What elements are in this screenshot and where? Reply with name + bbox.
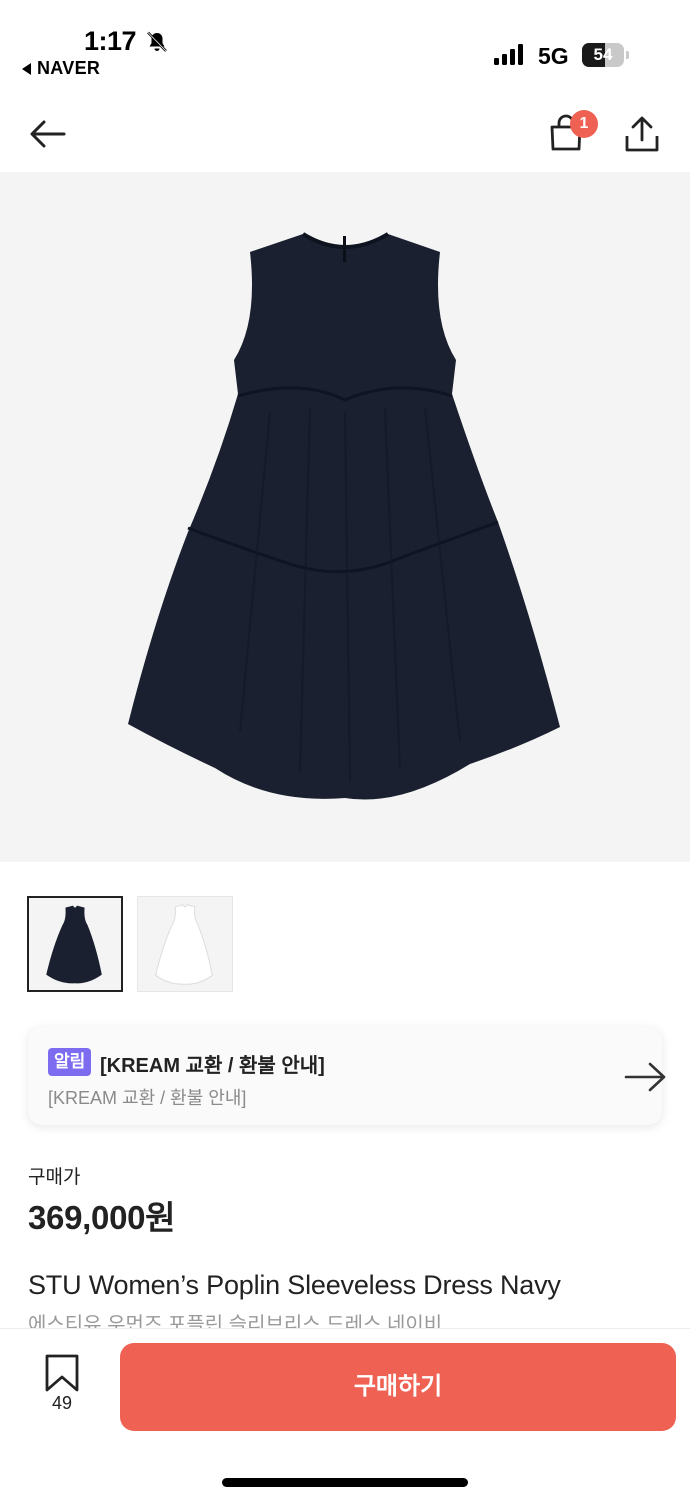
bookmark-button[interactable]: 49 (36, 1353, 88, 1423)
bookmark-count: 49 (51, 1393, 73, 1413)
thumbnail-white[interactable] (137, 896, 233, 992)
white-dress-thumbnail-image (155, 904, 213, 985)
product-main-image[interactable] (0, 172, 690, 862)
notice-title: [KREAM 교환 / 환불 안내] (100, 1055, 325, 1077)
battery-cap (626, 51, 629, 59)
price-label: 구매가 (28, 1167, 81, 1188)
home-indicator (222, 1478, 468, 1487)
navy-dress-image (128, 232, 560, 800)
status-time: 1:17 (84, 26, 137, 56)
buy-button[interactable]: 구매하기 (120, 1343, 676, 1431)
status-bar: 1:17 NAVER 5G 54 (0, 0, 690, 96)
arrow-right-icon (624, 1062, 666, 1092)
signal-icon (494, 44, 523, 65)
bookmark-icon (45, 1354, 79, 1392)
notice-card[interactable]: 알림 [KREAM 교환 / 환불 안내] [KREAM 교환 / 환불 안내] (28, 1027, 666, 1125)
navy-dress-thumbnail-image (46, 905, 102, 984)
bottom-action-bar: 49 구매하기 (0, 1328, 690, 1500)
notice-subtitle: [KREAM 교환 / 환불 안내] (48, 1088, 247, 1108)
cart-count-badge: 1 (570, 110, 598, 138)
notice-badge: 알림 (48, 1048, 92, 1076)
arrow-left-icon (30, 120, 66, 148)
battery-icon: 54 (582, 43, 630, 67)
share-button[interactable] (620, 112, 664, 156)
back-to-app-link[interactable]: NAVER (22, 58, 100, 79)
battery-percent: 54 (593, 45, 613, 64)
product-name-en: STU Women’s Poplin Sleeveless Dress Navy (28, 1270, 561, 1300)
battery-body: 54 (582, 43, 624, 67)
thumbnail-navy[interactable] (27, 896, 123, 992)
network-type: 5G (538, 43, 569, 69)
back-triangle-icon (22, 62, 31, 75)
back-app-label: NAVER (37, 58, 101, 78)
back-button[interactable] (26, 114, 70, 154)
share-icon (625, 116, 659, 152)
price-value: 369,000원 (28, 1199, 176, 1236)
bell-muted-icon (147, 31, 167, 52)
